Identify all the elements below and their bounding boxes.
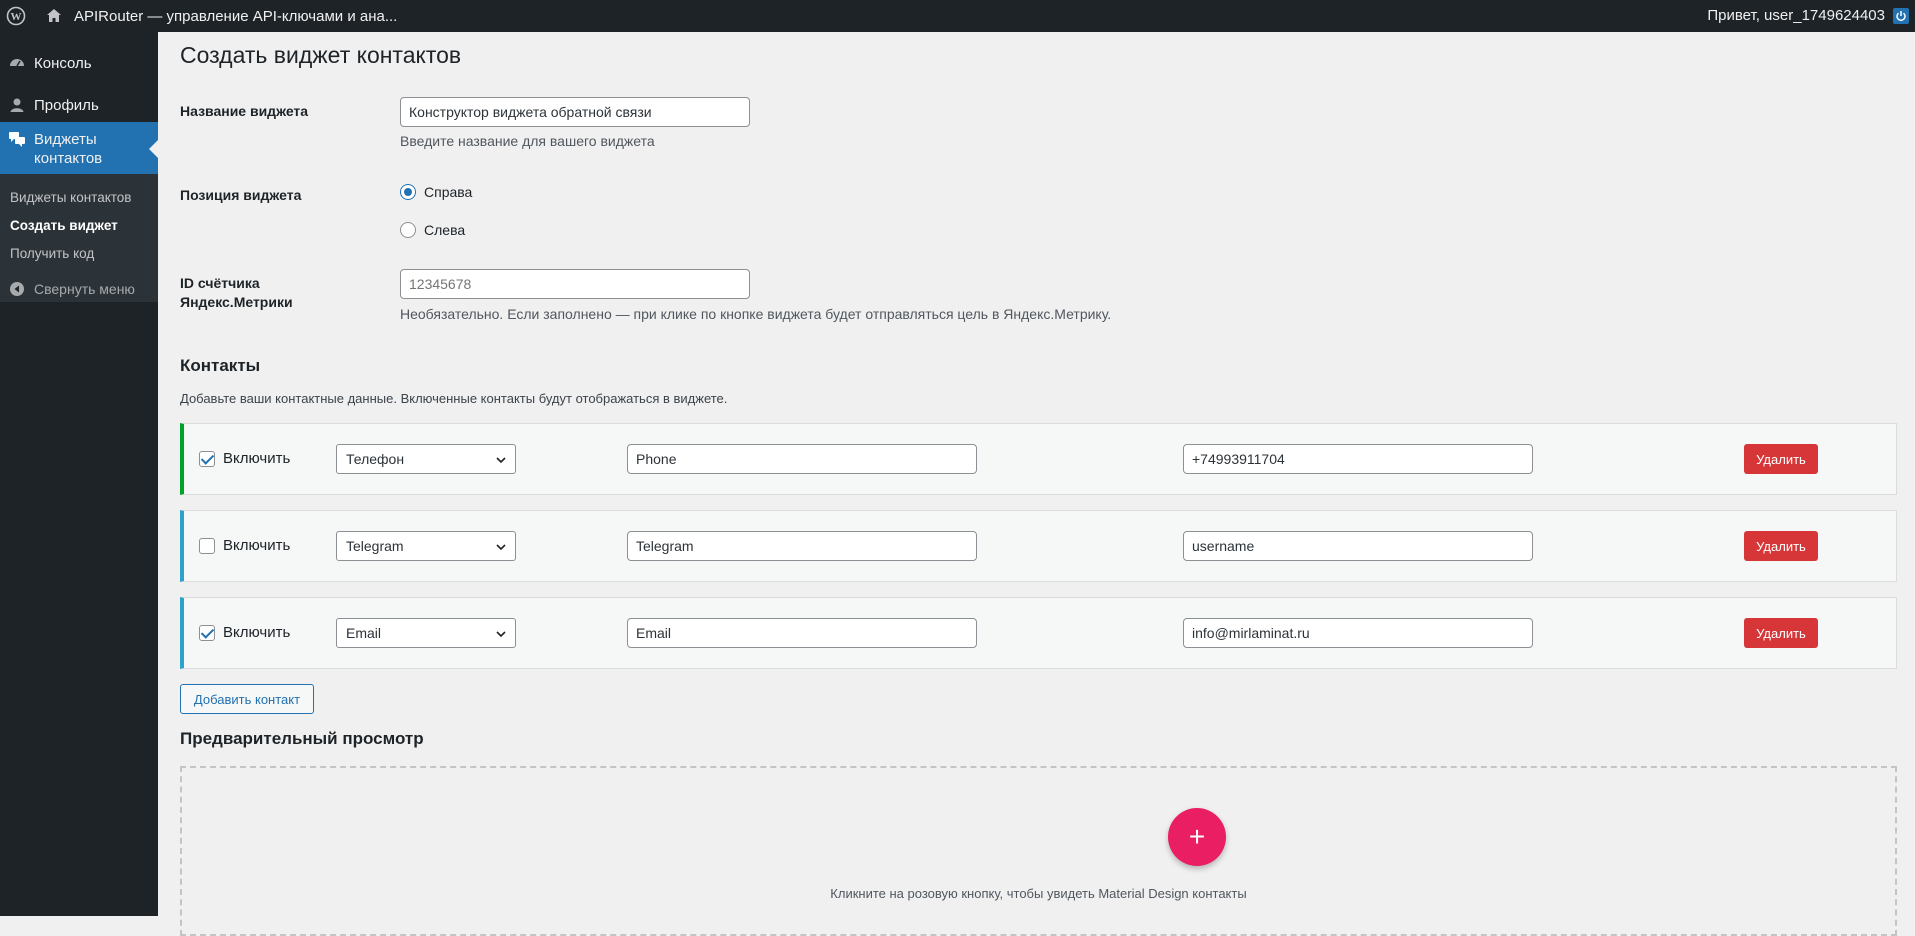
contact-row: Включить Телефон Удалить	[180, 423, 1897, 495]
sidebar-item-label: Профиль	[34, 96, 99, 114]
enable-checkbox[interactable]	[199, 625, 215, 641]
submenu-item-get-code[interactable]: Получить код	[0, 240, 158, 268]
current-menu-arrow	[149, 140, 158, 158]
submenu-item-widget-list[interactable]: Виджеты контактов	[0, 184, 158, 212]
position-right-option[interactable]: Справа	[400, 184, 472, 200]
sidebar-item-label: Виджеты контактов	[34, 131, 103, 167]
enable-label: Включить	[223, 537, 291, 554]
delete-contact-button[interactable]: Удалить	[1744, 618, 1818, 648]
contact-type-value: Телефон	[346, 451, 405, 467]
sidebar-item-label: Консоль	[34, 54, 92, 72]
widget-name-input[interactable]	[400, 97, 750, 127]
add-contact-button[interactable]: Добавить контакт	[180, 684, 314, 714]
page-title: Создать виджет контактов	[180, 42, 462, 68]
enable-label: Включить	[223, 624, 291, 641]
collapse-arrow-icon	[8, 280, 26, 298]
preview-section-title: Предварительный просмотр	[180, 729, 424, 748]
main-content: Создать виджет контактов Название виджет…	[158, 32, 1915, 936]
enable-label: Включить	[223, 450, 291, 467]
comments-icon	[8, 130, 26, 148]
contact-name-input[interactable]	[627, 444, 977, 474]
metrika-label-line2: Яндекс.Метрики	[180, 294, 293, 310]
contact-value-input[interactable]	[1183, 531, 1533, 561]
home-icon[interactable]	[42, 4, 66, 28]
contacts-description: Добавьте ваши контактные данные. Включен…	[180, 391, 728, 406]
chevron-down-icon	[496, 631, 506, 638]
contact-name-input[interactable]	[627, 618, 977, 648]
position-left-option[interactable]: Слева	[400, 222, 465, 238]
wordpress-logo-icon[interactable]: W	[4, 4, 28, 28]
contact-value-input[interactable]	[1183, 618, 1533, 648]
metrika-label-line1: ID счётчика	[180, 275, 260, 291]
admin-bar: W APIRouter — управление API-ключами и а…	[0, 0, 1915, 32]
admin-sidebar: Консоль Профиль Виджеты контактов Виджет…	[0, 32, 158, 916]
preview-hint: Кликните на розовую кнопку, чтобы увидет…	[830, 886, 1247, 901]
submenu-item-create-widget[interactable]: Создать виджет	[0, 212, 158, 240]
contact-row: Включить Telegram Удалить	[180, 510, 1897, 582]
position-right-label: Справа	[424, 184, 473, 200]
widget-name-label: Название виджета	[180, 103, 309, 119]
widget-position-label: Позиция виджета	[180, 187, 302, 203]
site-title-link[interactable]: APIRouter — управление API-ключами и ана…	[74, 8, 397, 25]
position-left-radio[interactable]	[400, 222, 416, 238]
contact-type-select[interactable]: Email	[336, 618, 516, 648]
contact-row: Включить Email Удалить	[180, 597, 1897, 669]
delete-contact-button[interactable]: Удалить	[1744, 531, 1818, 561]
contact-type-value: Email	[346, 625, 382, 641]
contact-name-input[interactable]	[627, 531, 977, 561]
sidebar-item-profile[interactable]: Профиль	[0, 90, 158, 120]
collapse-menu-button[interactable]: Свернуть меню	[0, 274, 158, 304]
user-greeting[interactable]: Привет, user_1749624403	[1707, 0, 1885, 32]
delete-contact-button[interactable]: Удалить	[1744, 444, 1818, 474]
logout-icon[interactable]	[1893, 8, 1909, 24]
user-icon	[8, 96, 26, 114]
contacts-section-title: Контакты	[180, 356, 261, 375]
sidebar-item-console[interactable]: Консоль	[0, 48, 158, 78]
contact-type-select[interactable]: Telegram	[336, 531, 516, 561]
preview-fab-button[interactable]: +	[1168, 808, 1226, 866]
enable-checkbox[interactable]	[199, 451, 215, 467]
dashboard-icon	[8, 54, 26, 72]
svg-text:W: W	[11, 11, 22, 23]
plus-icon: +	[1188, 821, 1206, 852]
metrika-id-input[interactable]	[400, 269, 750, 299]
contact-type-value: Telegram	[346, 538, 404, 554]
sidebar-item-contact-widgets[interactable]: Виджеты контактов	[0, 122, 158, 174]
enable-checkbox[interactable]	[199, 538, 215, 554]
position-left-label: Слева	[424, 222, 466, 238]
widget-name-description: Введите название для вашего виджета	[400, 133, 655, 149]
metrika-label: ID счётчика Яндекс.Метрики	[180, 274, 293, 312]
contact-type-select[interactable]: Телефон	[336, 444, 516, 474]
collapse-menu-label: Свернуть меню	[34, 281, 135, 297]
contact-value-input[interactable]	[1183, 444, 1533, 474]
chevron-down-icon	[496, 544, 506, 551]
position-right-radio[interactable]	[400, 184, 416, 200]
metrika-description: Необязательно. Если заполнено — при клик…	[400, 306, 1112, 322]
preview-area	[180, 766, 1897, 936]
chevron-down-icon	[496, 457, 506, 464]
